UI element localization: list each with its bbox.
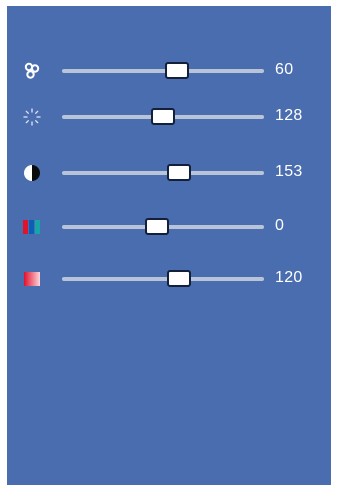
sun-rays-icon xyxy=(23,108,41,126)
contrast-value: 153 xyxy=(275,163,303,180)
hue-slider-track[interactable] xyxy=(62,218,264,235)
slider-row-antiflicker: 60 xyxy=(7,56,331,86)
slider-row-contrast: 153 xyxy=(7,158,331,188)
hue-slider-thumb[interactable] xyxy=(144,218,169,235)
brightness-slider-track[interactable] xyxy=(62,108,264,125)
fan-icon xyxy=(24,62,40,79)
slider-row-brightness: 128 xyxy=(7,102,331,132)
slider-row-saturation: 120 xyxy=(7,264,331,294)
color-bars-icon xyxy=(23,220,40,234)
brightness-value: 128 xyxy=(275,107,303,124)
antiflicker-slider-thumb[interactable] xyxy=(165,62,190,79)
antiflicker-slider-track[interactable] xyxy=(62,62,264,79)
settings-panel: 60 128 153 0 120 xyxy=(7,6,331,485)
saturation-slider-track[interactable] xyxy=(62,270,264,287)
contrast-half-circle-icon xyxy=(24,165,40,181)
brightness-slider-thumb[interactable] xyxy=(151,108,175,125)
hue-value: 0 xyxy=(275,217,285,234)
slider-row-hue: 0 xyxy=(7,212,331,242)
saturation-slider-thumb[interactable] xyxy=(167,270,192,287)
contrast-slider-thumb[interactable] xyxy=(167,164,192,181)
contrast-slider-track[interactable] xyxy=(62,164,264,181)
saturation-value: 120 xyxy=(275,269,303,286)
antiflicker-value: 60 xyxy=(275,61,294,78)
red-gradient-icon xyxy=(24,272,40,286)
